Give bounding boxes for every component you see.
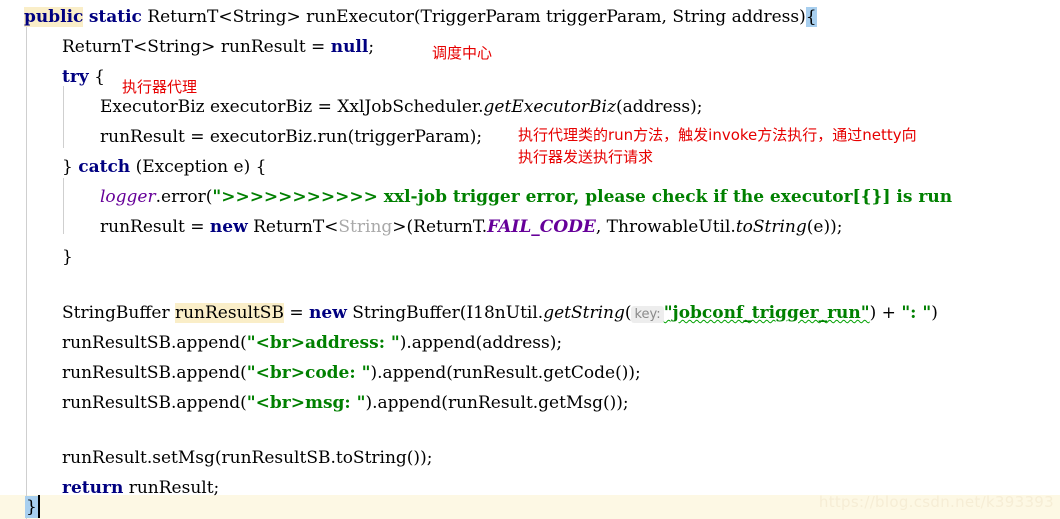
keyword-new-stringbuffer: new [309, 303, 347, 323]
keyword-public: public [24, 7, 84, 27]
param-hint-key: key: [631, 306, 664, 323]
code-line-9[interactable]: } [0, 242, 1060, 272]
string-br-address: "<br>address: " [246, 333, 400, 353]
code-editor[interactable]: public static ReturnT<String> runExecuto… [0, 0, 1060, 519]
keyword-static: static [88, 7, 142, 27]
tostring-args: (e)); [806, 217, 843, 237]
string-jobconf-trigger-run: "jobconf_trigger_run" [663, 303, 870, 323]
append-code-post: ).append(runResult.getCode()); [370, 363, 641, 383]
generic-type-string: String [338, 217, 393, 237]
logger-error-message: ">>>>>>>>>>> xxl-job trigger error, plea… [212, 187, 953, 207]
code-line-7[interactable]: logger.error(">>>>>>>>>>> xxl-job trigge… [0, 182, 1060, 212]
executorbiz-assign: ExecutorBiz executorBiz = XxlJobSchedule… [100, 97, 484, 117]
keyword-try: try [62, 67, 89, 87]
watermark: https://blog.csdn.net/k393393 [818, 493, 1054, 511]
code-line-8[interactable]: runResult = new ReturnT<String>(ReturnT.… [0, 212, 1060, 242]
keyword-new: new [209, 217, 248, 237]
string-br-code: "<br>code: " [246, 363, 371, 383]
code-line-13[interactable]: runResultSB.append("<br>code: ").append(… [0, 358, 1060, 388]
code-line-2[interactable]: ReturnT<String> runResult = null; [0, 32, 1060, 62]
catch-close-brace: } [62, 247, 73, 267]
try-open-brace: { [88, 67, 105, 87]
getexecutorbiz-args: (address); [615, 97, 703, 117]
code-line-14[interactable]: runResultSB.append("<br>msg: ").append(r… [0, 388, 1060, 418]
assign-operator: = [283, 303, 310, 323]
append-address-post: ).append(address); [399, 333, 563, 353]
code-line-16[interactable]: runResult.setMsg(runResultSB.toString())… [0, 443, 1060, 473]
semicolon: ; [368, 37, 375, 57]
returnt-generic-open: ReturnT< [247, 217, 339, 237]
runresult-assign-run: runResult = executorBiz.run(triggerParam… [100, 127, 483, 147]
text-caret [38, 495, 40, 518]
keyword-return: return [62, 478, 124, 498]
constant-fail-code: FAIL_CODE [487, 217, 596, 237]
method-tostring: toString [735, 217, 807, 237]
append-code-pre: runResultSB.append( [62, 363, 247, 383]
code-line-12[interactable]: runResultSB.append("<br>address: ").appe… [0, 328, 1060, 358]
throwableutil-ref: , ThrowableUtil. [595, 217, 736, 237]
try-close-brace: } [62, 157, 79, 177]
method-getstring: getString [543, 303, 625, 323]
method-signature: ReturnT<String> runExecutor(TriggerParam… [141, 7, 806, 27]
code-line-11[interactable]: StringBuffer runResultSB = new StringBuf… [0, 298, 1060, 328]
annotation-run-invoke: 执行代理类的run方法，触发invoke方法执行，通过netty向 执行器发送执… [518, 126, 917, 166]
keyword-catch: catch [78, 157, 131, 177]
annotation-scheduler: 调度中心 [432, 44, 493, 62]
stringbuffer-close-paren: ) [931, 303, 938, 323]
string-colon-separator: ": " [901, 303, 932, 323]
returnt-generic-close: >(ReturnT. [392, 217, 488, 237]
bracket-match-open: { [805, 7, 817, 27]
append-msg-post: ).append(runResult.getMsg()); [365, 393, 629, 413]
concat-operator: ) + [869, 303, 902, 323]
bracket-match-close: } [25, 496, 38, 518]
method-getexecutorbiz: getExecutorBiz [483, 97, 616, 117]
string-br-msg: "<br>msg: " [246, 393, 366, 413]
var-decl-runresult: ReturnT<String> runResult = [62, 37, 331, 57]
stringbuffer-type: StringBuffer [62, 303, 175, 323]
annotation-executor-proxy: 执行器代理 [122, 78, 198, 96]
setmsg-call: runResult.setMsg(runResultSB.toString())… [62, 448, 433, 468]
i18nutil-ref: StringBuffer(I18nUtil. [346, 303, 544, 323]
field-logger: logger [100, 187, 156, 207]
append-address-pre: runResultSB.append( [62, 333, 247, 353]
runresult-assign-new: runResult = [100, 217, 210, 237]
identifier-runresultsb-highlighted: runResultSB [174, 303, 284, 323]
logger-error-call: .error( [155, 187, 213, 207]
catch-params: (Exception e) { [130, 157, 267, 177]
return-value: runResult; [123, 478, 220, 498]
code-line-1[interactable]: public static ReturnT<String> runExecuto… [0, 2, 1060, 32]
keyword-null: null [330, 37, 369, 57]
append-msg-pre: runResultSB.append( [62, 393, 247, 413]
